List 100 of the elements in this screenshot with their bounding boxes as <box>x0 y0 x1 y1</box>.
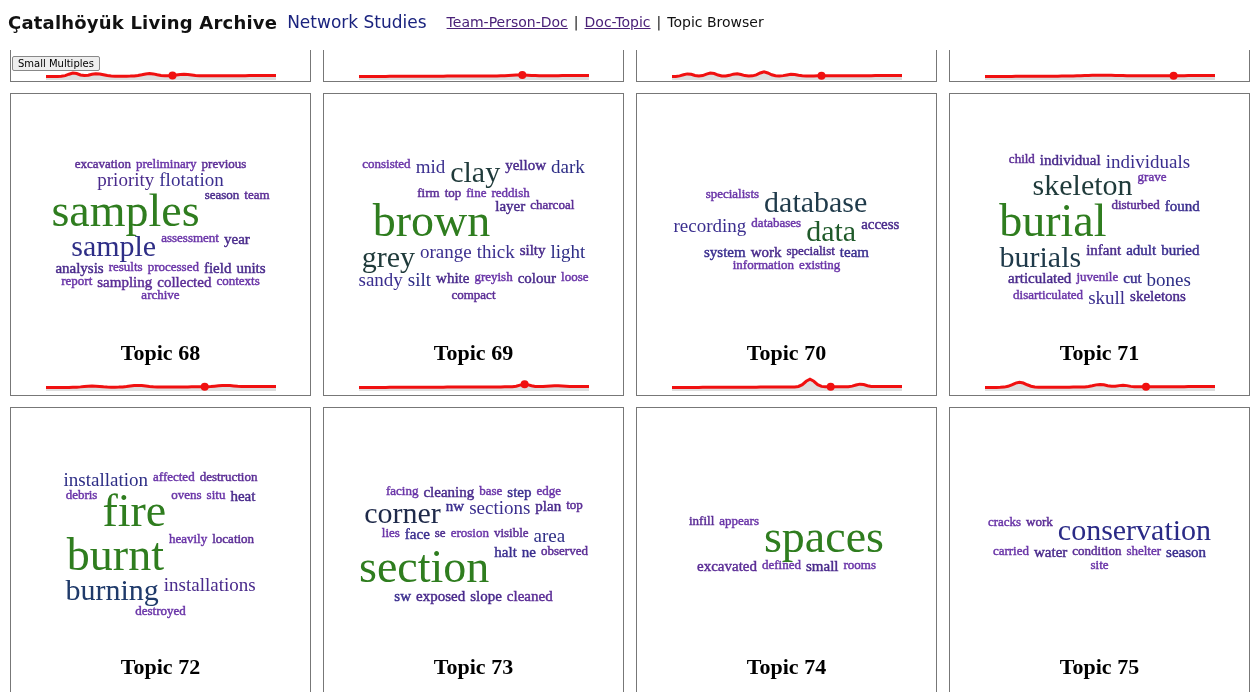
cloud-word: halt <box>494 545 517 563</box>
cloud-word: team <box>839 245 869 260</box>
cloud-word: consisted <box>362 158 411 174</box>
cloud-word: system <box>703 245 746 260</box>
cloud-word: affected <box>153 470 195 486</box>
cloud-word: erosion <box>450 527 489 543</box>
cloud-word: individuals <box>1105 152 1191 171</box>
cloud-word: cracks <box>987 516 1022 532</box>
site-subtitle: Network Studies <box>287 12 427 32</box>
cloud-word: child <box>1008 152 1035 168</box>
cloud-word: yellow <box>505 158 546 176</box>
nav-link[interactable]: Team-Person-Doc <box>446 14 568 30</box>
cloud-word: situ <box>206 488 226 504</box>
cloud-word: small <box>805 558 839 573</box>
small-multiples-button[interactable]: Small Multiples <box>12 56 100 71</box>
cloud-word: installation <box>63 470 148 489</box>
cloud-word: conservation <box>1057 516 1212 545</box>
cloud-word: collected <box>157 275 212 290</box>
cloud-word: layer <box>495 199 526 217</box>
cloud-word: heat <box>230 488 256 506</box>
cloud-word: loose <box>561 271 589 287</box>
cloud-word: burials <box>999 242 1082 272</box>
cloud-word: analysis <box>55 260 104 276</box>
cloud-word: compact <box>451 289 496 302</box>
cloud-word: section <box>359 545 490 590</box>
cloud-word: face <box>404 527 430 545</box>
cloud-word: infill <box>688 515 715 531</box>
cloud-word: work <box>1026 516 1053 532</box>
cloud-word: top <box>444 186 462 200</box>
nav-link[interactable]: Doc-Topic <box>584 14 651 30</box>
cloud-word: skeletons <box>1130 289 1186 307</box>
cloud-word: assessment <box>161 232 219 248</box>
cloud-word: articulated <box>1008 271 1072 289</box>
topic-title: Topic 72 <box>120 654 201 680</box>
cloud-word: database <box>764 188 868 217</box>
cloud-word: contexts <box>216 275 260 290</box>
cloud-word: cleaned <box>506 589 553 604</box>
cloud-word: appears <box>719 515 759 531</box>
cloud-word: burial <box>999 199 1107 243</box>
cloud-word: mid <box>415 158 446 180</box>
cloud-word: excavation <box>74 158 131 171</box>
cloud-word: orange <box>419 242 472 264</box>
cloud-word: lies <box>381 527 400 543</box>
cloud-word: base <box>479 484 503 499</box>
cloud-word: data <box>806 216 857 246</box>
cloud-word: year <box>223 232 250 250</box>
cloud-word: burnt <box>66 532 164 577</box>
cloud-word: condition <box>1072 544 1122 560</box>
topic-title: Topic 69 <box>433 340 514 366</box>
cloud-word: skeleton <box>1032 170 1133 200</box>
cloud-word: firm <box>417 186 440 200</box>
cloud-word: infant <box>1086 242 1122 260</box>
cloud-word: grey <box>361 242 415 272</box>
cloud-word: dark <box>551 158 585 180</box>
topic-title: Topic 68 <box>120 340 201 366</box>
cloud-word: juvenile <box>1076 271 1119 287</box>
cloud-word: sw <box>394 589 411 604</box>
cloud-word: corner <box>364 498 441 528</box>
cloud-word: silt <box>407 271 432 290</box>
cloud-word: water <box>1034 544 1068 560</box>
cloud-word: disturbed <box>1111 199 1160 215</box>
cloud-word: clay <box>450 158 501 187</box>
cloud-word: excavated <box>697 558 757 573</box>
current-page-label: Topic Browser <box>667 14 764 30</box>
cloud-word: installations <box>163 576 256 598</box>
cloud-word: adult <box>1126 242 1157 260</box>
cloud-word: recording <box>673 216 747 238</box>
cloud-word: charcoal <box>530 199 575 215</box>
cloud-word: skull <box>1088 289 1126 308</box>
cloud-word: archive <box>141 289 180 302</box>
cloud-word: plan <box>535 498 562 516</box>
cloud-word: exposed <box>416 589 466 604</box>
nav-separator: | <box>656 14 662 30</box>
cloud-word: white <box>436 271 470 289</box>
topic-title: Topic 75 <box>1059 654 1140 680</box>
cloud-word: debris <box>65 488 98 504</box>
cloud-word: cut <box>1123 271 1142 289</box>
cloud-word: field <box>203 260 232 276</box>
cloud-word: nw <box>445 498 465 516</box>
cloud-word: burning <box>65 576 159 605</box>
cloud-word: brown <box>372 199 491 243</box>
topic-title: Topic 73 <box>433 654 514 680</box>
cloud-word: step <box>507 484 532 499</box>
cloud-word: shelter <box>1126 544 1162 560</box>
cloud-word: top <box>566 498 583 514</box>
cloud-word: processed <box>147 260 199 276</box>
cloud-word: databases <box>751 216 802 232</box>
cloud-word: individual <box>1039 152 1101 170</box>
cloud-word: fine <box>466 186 487 200</box>
cloud-word: silty <box>519 242 546 260</box>
cloud-word: season <box>204 188 240 204</box>
cloud-word: preliminary <box>135 158 197 171</box>
cloud-word: colour <box>517 271 556 289</box>
cloud-word: location <box>212 532 255 548</box>
cloud-word: existing <box>799 259 841 272</box>
cloud-word: facing <box>385 484 419 499</box>
nav-separator: | <box>573 14 579 30</box>
cloud-word: report <box>61 275 93 290</box>
cloud-word: previous <box>201 158 247 171</box>
cloud-word: carried <box>992 544 1029 560</box>
